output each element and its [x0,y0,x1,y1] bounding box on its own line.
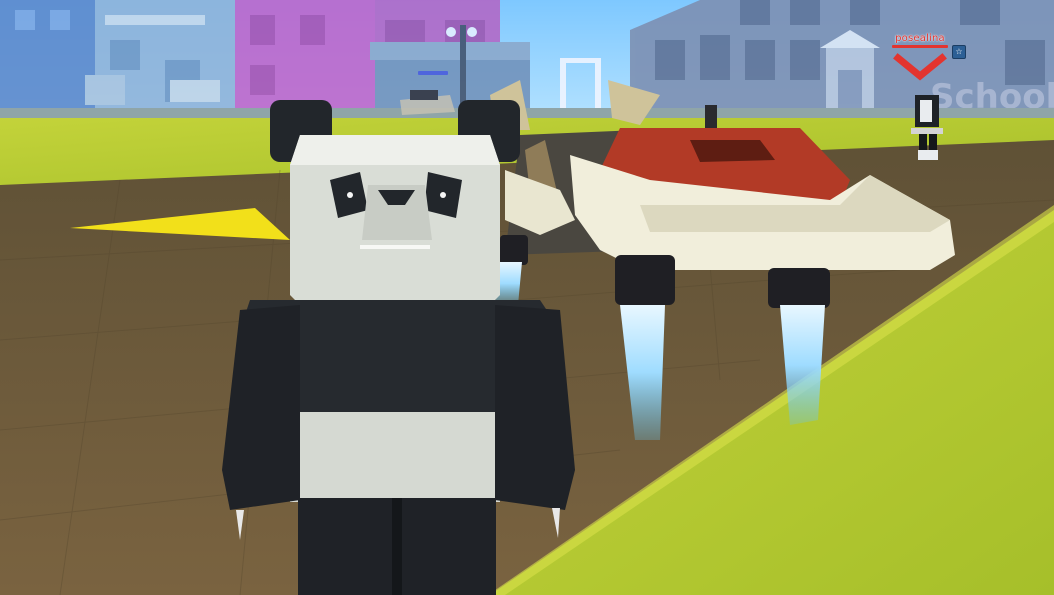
player-name: posealina [895,33,945,44]
player-health-bar [892,45,948,48]
distant-player-tag [418,71,448,75]
game-scene: School [0,0,1054,595]
player-nametag[interactable]: posealina [880,33,960,48]
game-viewport[interactable]: School posealina ☆ [0,0,1054,595]
player-badge-icon[interactable]: ☆ [952,45,966,59]
player-badge-glyph: ☆ [955,47,963,56]
